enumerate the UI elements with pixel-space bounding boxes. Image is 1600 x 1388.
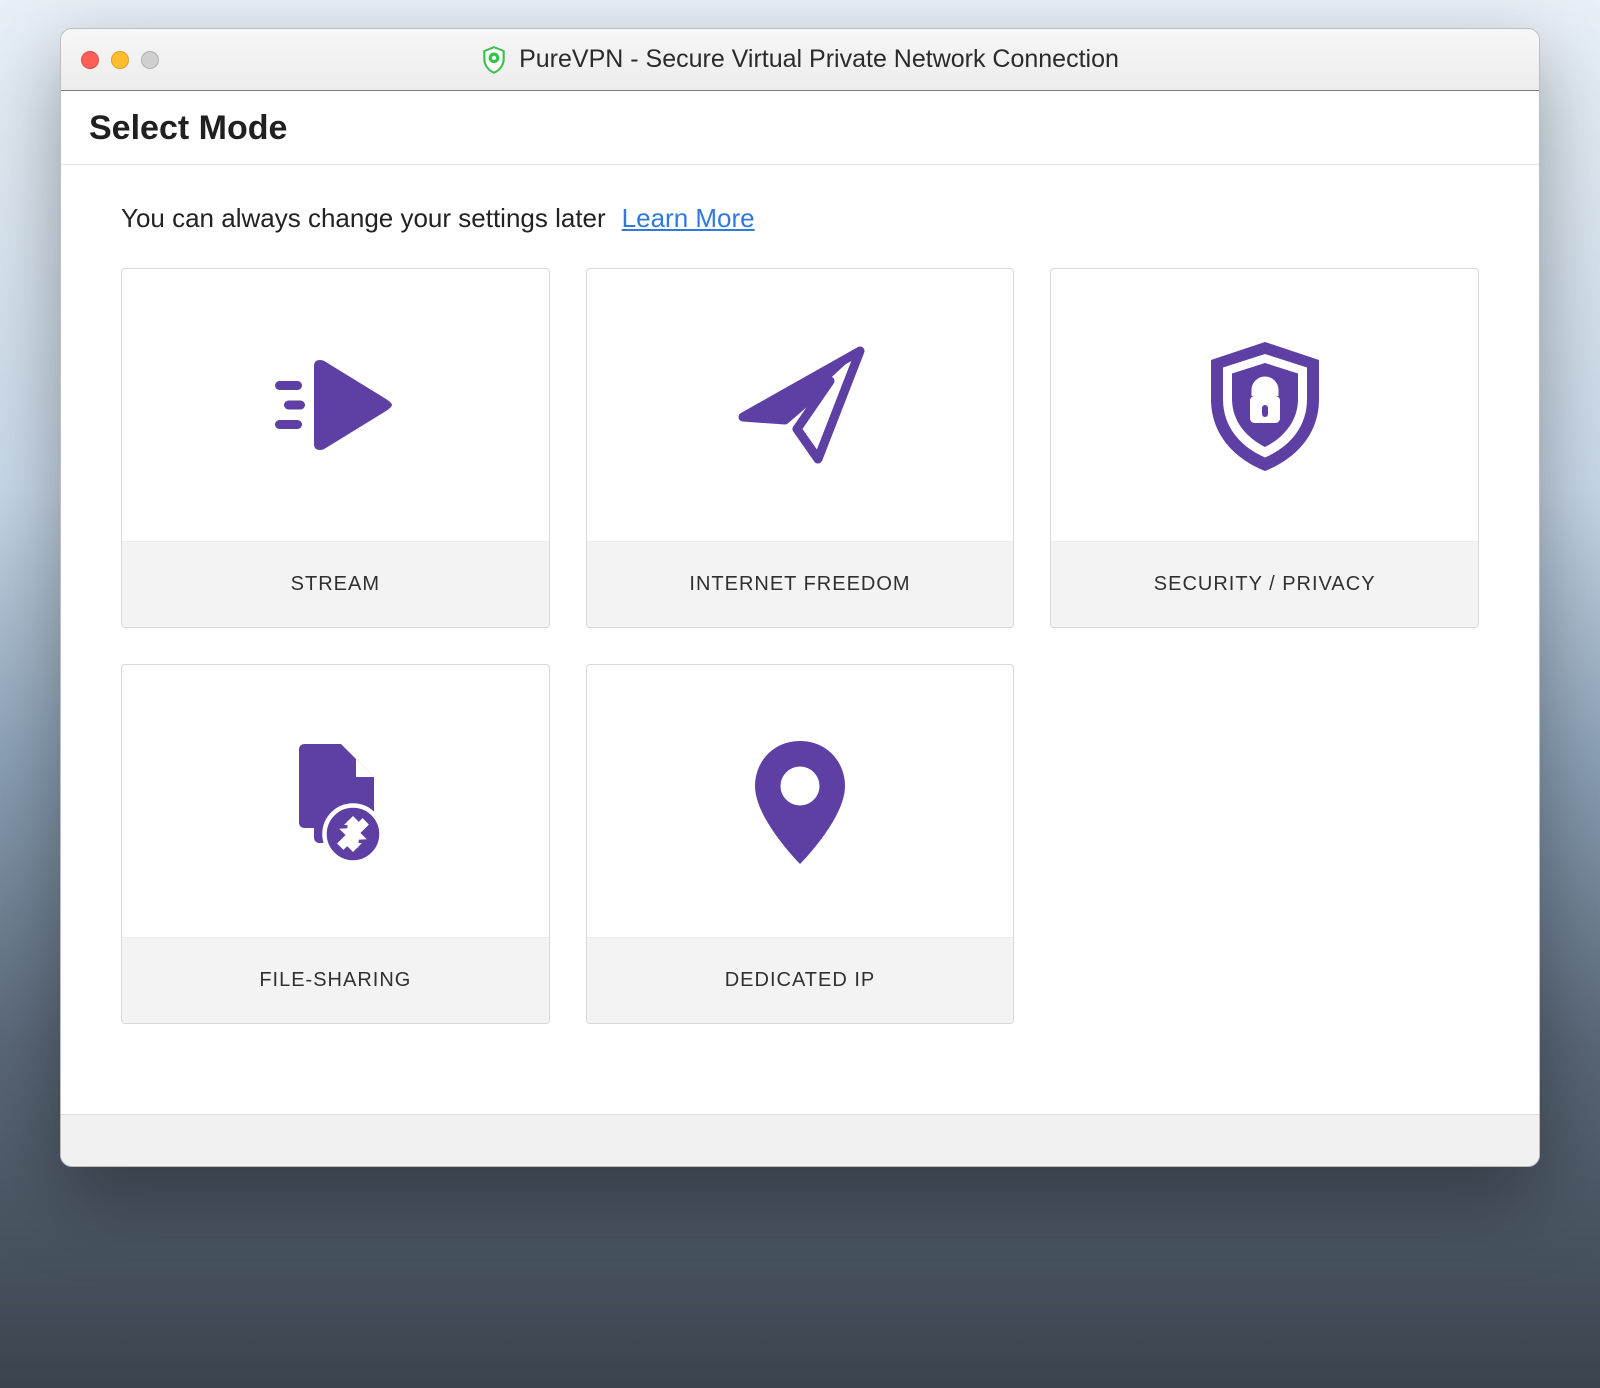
window-title: PureVPN - Secure Virtual Private Network… (519, 45, 1119, 74)
content-area: You can always change your settings late… (61, 165, 1539, 1114)
page-heading: Select Mode (89, 109, 1511, 148)
shield-lock-icon (1051, 269, 1478, 541)
mode-card-label: SECURITY / PRIVACY (1154, 573, 1376, 596)
file-sync-icon (122, 665, 549, 937)
hint-row: You can always change your settings late… (121, 203, 1479, 234)
close-window-button[interactable] (81, 51, 99, 69)
purevpn-logo-icon (481, 45, 507, 75)
app-window: PureVPN - Secure Virtual Private Network… (60, 28, 1540, 1167)
card-label-area: INTERNET FREEDOM (587, 541, 1014, 627)
footer-strip (61, 1114, 1539, 1166)
mode-card-file-sharing[interactable]: FILE-SHARING (121, 664, 550, 1024)
mode-card-stream[interactable]: STREAM (121, 268, 550, 628)
hint-text: You can always change your settings late… (121, 203, 606, 234)
mode-cards-grid: STREAM INTERNET FREEDOM (121, 268, 1479, 1024)
map-pin-icon (587, 665, 1014, 937)
card-label-area: DEDICATED IP (587, 937, 1014, 1023)
titlebar: PureVPN - Secure Virtual Private Network… (61, 29, 1539, 91)
mode-card-security-privacy[interactable]: SECURITY / PRIVACY (1050, 268, 1479, 628)
mode-card-dedicated-ip[interactable]: DEDICATED IP (586, 664, 1015, 1024)
mode-card-label: STREAM (291, 573, 380, 596)
paper-plane-icon (587, 269, 1014, 541)
mode-card-label: DEDICATED IP (725, 969, 876, 992)
card-label-area: FILE-SHARING (122, 937, 549, 1023)
stream-icon (122, 269, 549, 541)
card-label-area: SECURITY / PRIVACY (1051, 541, 1478, 627)
mode-card-label: INTERNET FREEDOM (689, 573, 910, 596)
card-label-area: STREAM (122, 541, 549, 627)
mode-card-internet-freedom[interactable]: INTERNET FREEDOM (586, 268, 1015, 628)
page-heading-bar: Select Mode (61, 91, 1539, 165)
window-controls (81, 51, 159, 69)
mode-card-label: FILE-SHARING (259, 969, 411, 992)
learn-more-link[interactable]: Learn More (622, 203, 755, 234)
zoom-window-button[interactable] (141, 51, 159, 69)
minimize-window-button[interactable] (111, 51, 129, 69)
